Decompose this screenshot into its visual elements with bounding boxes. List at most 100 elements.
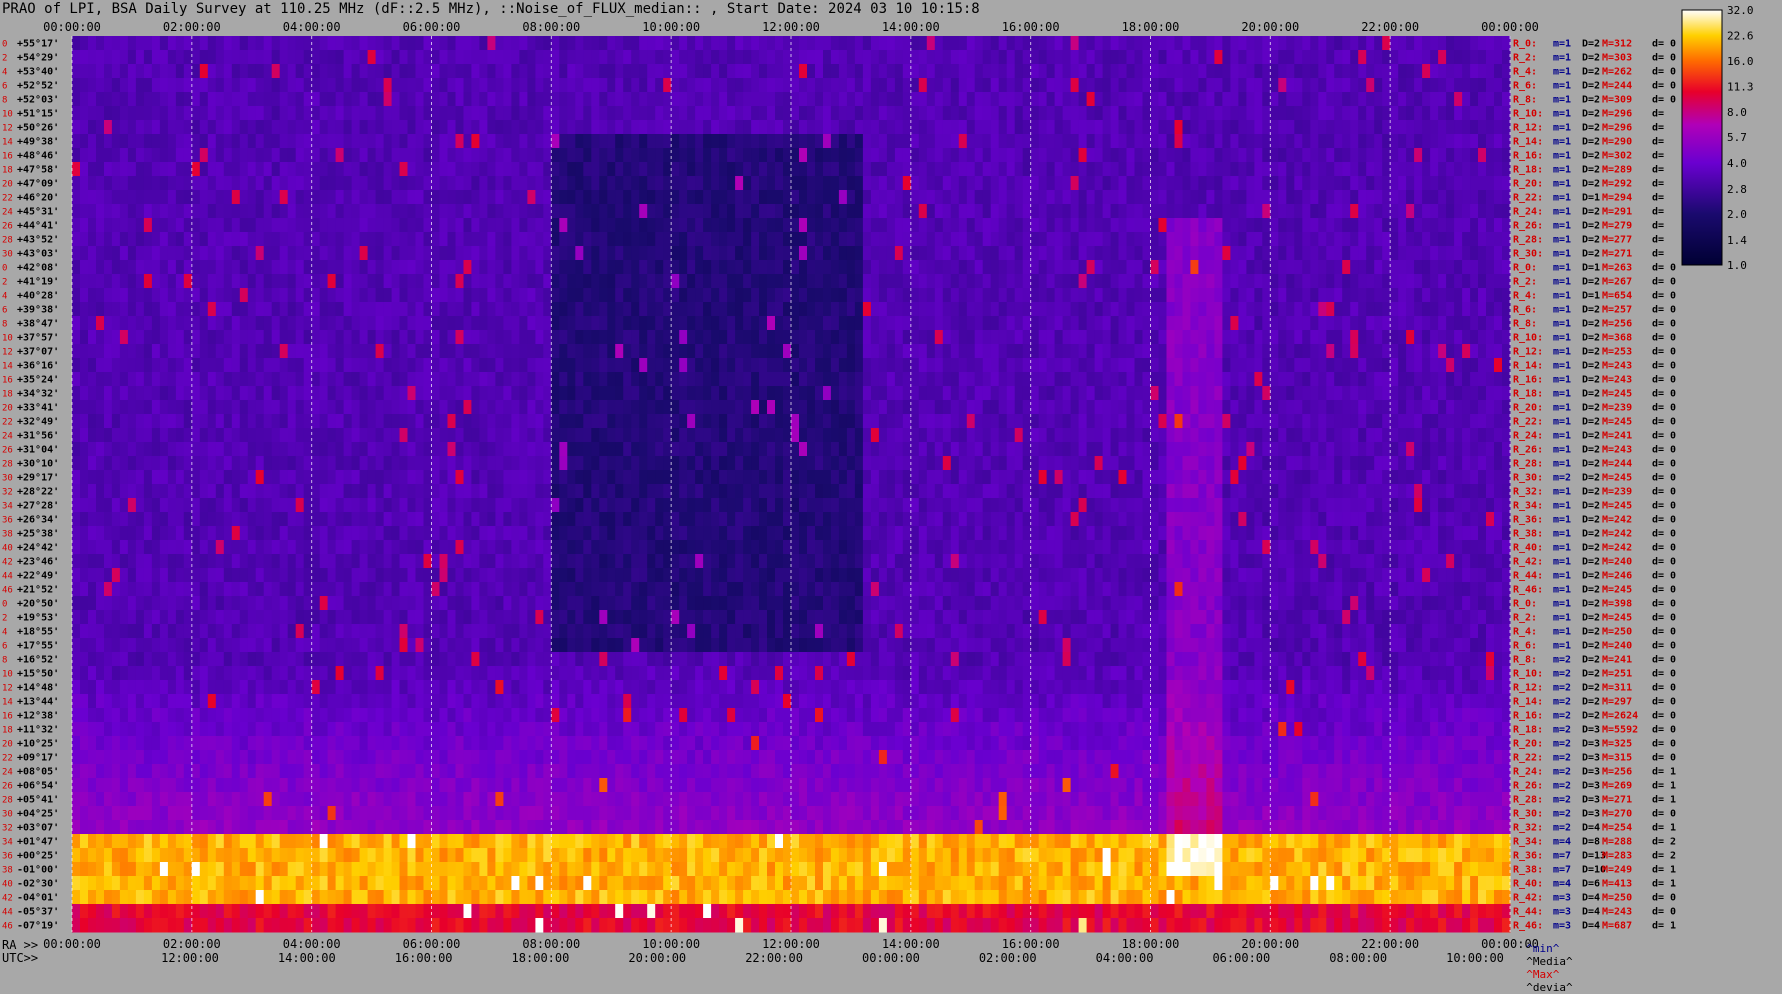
heatmap-cell (703, 218, 712, 233)
heatmap-cell (830, 414, 840, 429)
heatmap-cell (503, 344, 512, 359)
heatmap-cell (503, 400, 512, 415)
heatmap-cell (743, 274, 752, 289)
heatmap-cell (255, 372, 265, 387)
heatmap-cell (231, 120, 241, 135)
heatmap-cell (439, 358, 448, 373)
heatmap-cell (830, 274, 840, 289)
heatmap-cell (319, 358, 329, 373)
heatmap-cell (1214, 316, 1223, 331)
heatmap-cell (1238, 134, 1247, 149)
heatmap-cell (775, 358, 784, 373)
heatmap-cell (215, 64, 225, 79)
heatmap-cell (1118, 414, 1127, 429)
heatmap-cell (1262, 358, 1271, 373)
heatmap-cell (383, 218, 393, 233)
heatmap-cell (807, 344, 816, 359)
heatmap-cell (807, 358, 816, 373)
heatmap-cell (1502, 246, 1511, 261)
heatmap-cell (1190, 120, 1199, 135)
heatmap-cell (367, 330, 377, 345)
heatmap-cell (599, 134, 608, 149)
heatmap-cell (119, 386, 129, 401)
heatmap-cell (351, 260, 361, 275)
heatmap-cell (1302, 50, 1311, 65)
heatmap-cell (950, 288, 960, 303)
heatmap-cell (1486, 344, 1495, 359)
heatmap-cell (1038, 50, 1048, 65)
heatmap-cell (1222, 176, 1231, 191)
heatmap-cell (367, 246, 377, 261)
heatmap-cell (671, 190, 680, 205)
heatmap-cell (279, 92, 289, 107)
heatmap-cell (591, 92, 600, 107)
heatmap-cell (519, 358, 528, 373)
heatmap-cell (271, 386, 281, 401)
heatmap-cell (639, 358, 648, 373)
heatmap-cell (311, 134, 321, 149)
heatmap-cell (687, 162, 696, 177)
heatmap-cell (966, 386, 976, 401)
heatmap-cell (1198, 260, 1207, 275)
heatmap-cell (735, 330, 744, 345)
heatmap-cell (423, 232, 432, 247)
heatmap-cell (511, 50, 520, 65)
heatmap-cell (1246, 274, 1255, 289)
heatmap-cell (1430, 148, 1439, 163)
heatmap-cell (1262, 260, 1271, 275)
heatmap-cell (639, 330, 648, 345)
heatmap-cell (431, 414, 440, 429)
heatmap-cell (1358, 372, 1367, 387)
heatmap-cell (407, 274, 416, 289)
heatmap-cell (1238, 386, 1247, 401)
heatmap-cell (990, 358, 1000, 373)
heatmap-cell (183, 218, 193, 233)
heatmap-cell (1022, 36, 1032, 51)
heatmap-cell (351, 106, 361, 121)
heatmap-cell (1358, 64, 1367, 79)
heatmap-cell (1222, 316, 1231, 331)
heatmap-cell (631, 78, 640, 93)
heatmap-cell (910, 302, 920, 317)
heatmap-cell (990, 316, 1000, 331)
heatmap-cell (1358, 162, 1367, 177)
heatmap-cell (775, 148, 784, 163)
heatmap-cell (151, 386, 161, 401)
heatmap-cell (247, 204, 257, 219)
heatmap-cell (623, 50, 632, 65)
heatmap-cell (1342, 92, 1351, 107)
heatmap-cell (1438, 162, 1447, 177)
heatmap-cell (375, 36, 385, 51)
heatmap-cell (1118, 64, 1127, 79)
heatmap-cell (615, 274, 624, 289)
heatmap-cell (918, 162, 928, 177)
heatmap-cell (359, 204, 369, 219)
heatmap-cell (335, 204, 345, 219)
heatmap-cell (1270, 288, 1279, 303)
heatmap-cell (974, 344, 984, 359)
heatmap-cell (894, 36, 904, 51)
heatmap-cell (199, 372, 209, 387)
heatmap-cell (351, 358, 361, 373)
heatmap-cell (886, 302, 896, 317)
heatmap-cell (215, 260, 225, 275)
heatmap-cell (575, 92, 584, 107)
heatmap-cell (271, 176, 281, 191)
heatmap-cell (575, 400, 584, 415)
heatmap-cell (159, 120, 169, 135)
heatmap-cell (783, 260, 792, 275)
heatmap-cell (950, 246, 960, 261)
heatmap-cell (455, 344, 464, 359)
heatmap-cell (679, 78, 688, 93)
heatmap-cell (495, 120, 504, 135)
heatmap-cell (1166, 218, 1175, 233)
heatmap-cell (1278, 344, 1287, 359)
heatmap-cell (575, 386, 584, 401)
heatmap-cell (775, 372, 784, 387)
heatmap-cell (327, 386, 337, 401)
heatmap-cell (1342, 36, 1351, 51)
heatmap-cell (335, 78, 345, 93)
heatmap-cell (958, 204, 968, 219)
heatmap-cell (431, 400, 440, 415)
heatmap-cell (1318, 260, 1327, 275)
